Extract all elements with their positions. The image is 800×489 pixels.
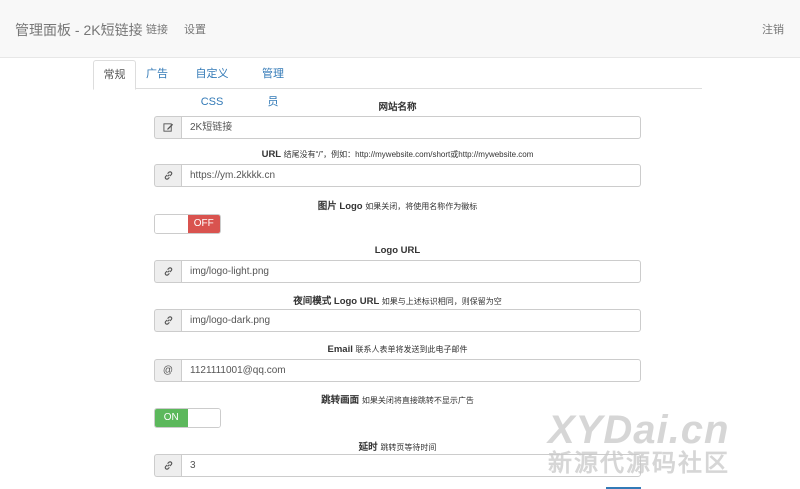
watermark-main: XYDai.cn (548, 408, 730, 452)
tab-custom-css[interactable]: 自定义CSS (188, 60, 236, 108)
navbar: 管理面板 - 2K短链接 链接 设置 注销 (0, 0, 800, 58)
settings-tabs: 常规 广告 自定义CSS 管理员 (93, 60, 702, 108)
nav-logout[interactable]: 注销 (762, 21, 784, 37)
email-input[interactable]: 1121111001@qq.com (181, 359, 641, 382)
url-group: https://ym.2kkkk.cn (154, 164, 641, 187)
email-label: Email 联系人表单将发送到此电子邮件 (327, 344, 468, 355)
watermark: XYDai.cn 新源代源码社区 (548, 410, 798, 478)
redirect-page-label: 跳转画面 如果关闭将直接跳转不显示广告 (321, 395, 474, 406)
tab-ads[interactable]: 广告 (145, 60, 169, 89)
image-logo-toggle[interactable]: OFF (154, 214, 221, 234)
logo-url-input[interactable]: img/logo-light.png (181, 260, 641, 283)
at-icon: @ (154, 359, 181, 382)
watermark-sub: 新源代源码社区 (548, 450, 730, 477)
brand-title[interactable]: 管理面板 - 2K短链接 (15, 20, 143, 40)
toggle-blank (187, 409, 220, 427)
dark-logo-url-label: 夜间模式 Logo URL 如果与上述标识相同，则保留为空 (293, 296, 502, 307)
toggle-off-state: OFF (187, 215, 220, 233)
url-label: URL 结尾没有“/”，例如：http://mywebsite.com/shor… (261, 149, 534, 160)
link-icon (154, 454, 181, 477)
site-name-label: 网站名称 (378, 102, 417, 113)
link-icon (154, 260, 181, 283)
toggle-on-state: ON (155, 409, 188, 427)
link-icon (154, 164, 181, 187)
url-input[interactable]: https://ym.2kkkk.cn (181, 164, 641, 187)
dark-logo-url-group: img/logo-dark.png (154, 309, 641, 332)
edit-icon (154, 116, 181, 139)
toggle-blank (155, 215, 188, 233)
email-group: @ 1121111001@qq.com (154, 359, 641, 382)
link-icon (154, 309, 181, 332)
redirect-page-toggle[interactable]: ON (154, 408, 221, 428)
site-name-input[interactable]: 2K短链接 (181, 116, 641, 139)
site-name-group: 2K短链接 (154, 116, 641, 139)
tab-general[interactable]: 常规 (93, 60, 136, 90)
nav-settings[interactable]: 设置 (184, 21, 206, 37)
nav-links[interactable]: 链接 (146, 21, 168, 37)
dark-logo-url-input[interactable]: img/logo-dark.png (181, 309, 641, 332)
logo-url-label: Logo URL (374, 245, 421, 256)
tab-admin[interactable]: 管理员 (258, 60, 288, 108)
logo-url-group: img/logo-light.png (154, 260, 641, 283)
image-logo-label: 图片 Logo 如果关闭，将使用名称作为徽标 (317, 201, 478, 212)
